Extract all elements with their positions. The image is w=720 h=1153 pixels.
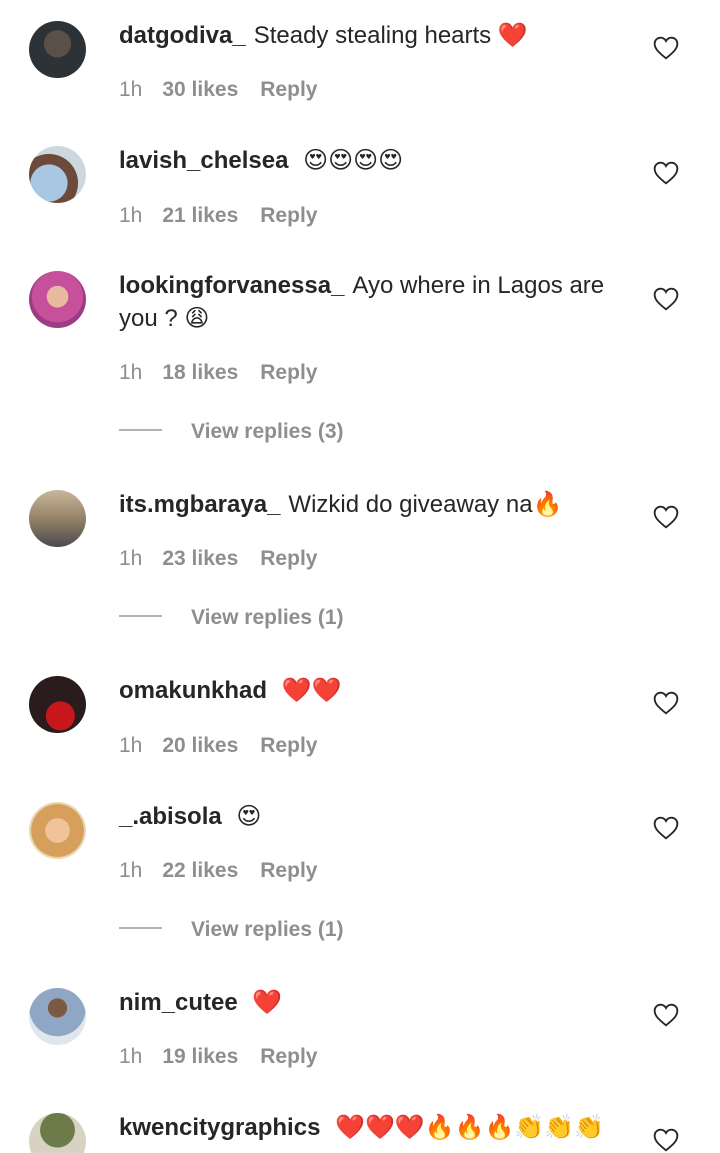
comment-text: lavish_chelsea 😍😍😍😍: [119, 144, 619, 177]
comment-meta: 1h 30 likes Reply: [119, 77, 317, 103]
likes-count[interactable]: 21 likes: [162, 204, 238, 227]
reply-button[interactable]: Reply: [260, 361, 317, 384]
comment-text: nim_cutee ❤️: [119, 986, 619, 1019]
comment-meta: 1h 23 likes Reply: [119, 546, 317, 572]
view-replies-button[interactable]: View replies (1): [119, 606, 344, 632]
emoji: 😩: [184, 304, 210, 332]
username[interactable]: kwencitygraphics: [119, 1114, 320, 1141]
avatar[interactable]: [29, 271, 86, 328]
divider: [119, 615, 162, 618]
emoji: 😍😍😍😍: [303, 146, 404, 174]
comment-meta: 1h 21 likes Reply: [119, 203, 317, 229]
comment-text: omakunkhad ❤️❤️: [119, 674, 619, 707]
view-replies-label: View replies (1): [191, 606, 344, 629]
reply-button[interactable]: Reply: [260, 1045, 317, 1068]
view-replies-button[interactable]: View replies (3): [119, 420, 344, 446]
comment-text: lookingforvanessa_ Ayo where in Lagos are…: [119, 270, 619, 335]
username[interactable]: lookingforvanessa_: [119, 272, 344, 299]
reply-button[interactable]: Reply: [260, 547, 317, 570]
likes-count[interactable]: 22 likes: [162, 859, 238, 882]
emoji: ❤️❤️❤️🔥🔥🔥👏👏👏: [335, 1113, 605, 1141]
timestamp: 1h: [119, 547, 143, 570]
emoji: 🔥: [532, 490, 563, 518]
timestamp: 1h: [119, 734, 143, 757]
emoji: 😍: [236, 802, 262, 830]
avatar[interactable]: [29, 146, 86, 203]
heart-outline-icon[interactable]: [653, 505, 679, 529]
divider: [119, 927, 162, 930]
heart-outline-icon[interactable]: [653, 36, 679, 60]
comment-meta: 1h 18 likes Reply: [119, 360, 317, 386]
heart-outline-icon[interactable]: [653, 161, 679, 185]
emoji: ❤️❤️: [281, 676, 342, 704]
timestamp: 1h: [119, 1045, 143, 1068]
avatar[interactable]: [29, 676, 86, 733]
heart-outline-icon[interactable]: [653, 1128, 679, 1152]
avatar[interactable]: [29, 802, 86, 859]
timestamp: 1h: [119, 859, 143, 882]
avatar[interactable]: [29, 988, 86, 1045]
username[interactable]: datgodiva_: [119, 22, 246, 49]
comment-text: kwencitygraphics ❤️❤️❤️🔥🔥🔥👏👏👏: [119, 1111, 619, 1144]
reply-button[interactable]: Reply: [260, 78, 317, 101]
heart-outline-icon[interactable]: [653, 287, 679, 311]
timestamp: 1h: [119, 361, 143, 384]
heart-outline-icon[interactable]: [653, 691, 679, 715]
view-replies-label: View replies (1): [191, 918, 344, 941]
likes-count[interactable]: 19 likes: [162, 1045, 238, 1068]
view-replies-label: View replies (3): [191, 420, 344, 443]
likes-count[interactable]: 23 likes: [162, 547, 238, 570]
divider: [119, 429, 162, 432]
username[interactable]: nim_cutee: [119, 989, 238, 1016]
comment-text: datgodiva_ Steady stealing hearts ❤️: [119, 19, 619, 52]
view-replies-button[interactable]: View replies (1): [119, 918, 344, 944]
heart-outline-icon[interactable]: [653, 1003, 679, 1027]
reply-button[interactable]: Reply: [260, 859, 317, 882]
comment-body: Wizkid do giveaway na: [288, 491, 533, 518]
likes-count[interactable]: 20 likes: [162, 734, 238, 757]
comment-body: Steady stealing hearts: [253, 22, 492, 49]
username[interactable]: its.mgbaraya_: [119, 491, 280, 518]
avatar[interactable]: [29, 490, 86, 547]
comment-meta: 1h 22 likes Reply: [119, 858, 317, 884]
comment-text: its.mgbaraya_ Wizkid do giveaway na🔥: [119, 488, 619, 521]
avatar[interactable]: [29, 1113, 86, 1153]
username[interactable]: lavish_chelsea: [119, 147, 288, 174]
reply-button[interactable]: Reply: [260, 734, 317, 757]
username[interactable]: _.abisola: [119, 803, 222, 830]
avatar[interactable]: [29, 21, 86, 78]
heart-outline-icon[interactable]: [653, 816, 679, 840]
comment-text: _.abisola 😍: [119, 800, 619, 833]
likes-count[interactable]: 18 likes: [162, 361, 238, 384]
timestamp: 1h: [119, 204, 143, 227]
emoji: ❤️: [252, 988, 283, 1016]
emoji: ❤️: [497, 21, 528, 49]
likes-count[interactable]: 30 likes: [162, 78, 238, 101]
username[interactable]: omakunkhad: [119, 677, 267, 704]
comment-meta: 1h 20 likes Reply: [119, 733, 317, 759]
reply-button[interactable]: Reply: [260, 204, 317, 227]
comment-meta: 1h 19 likes Reply: [119, 1044, 317, 1070]
timestamp: 1h: [119, 78, 143, 101]
